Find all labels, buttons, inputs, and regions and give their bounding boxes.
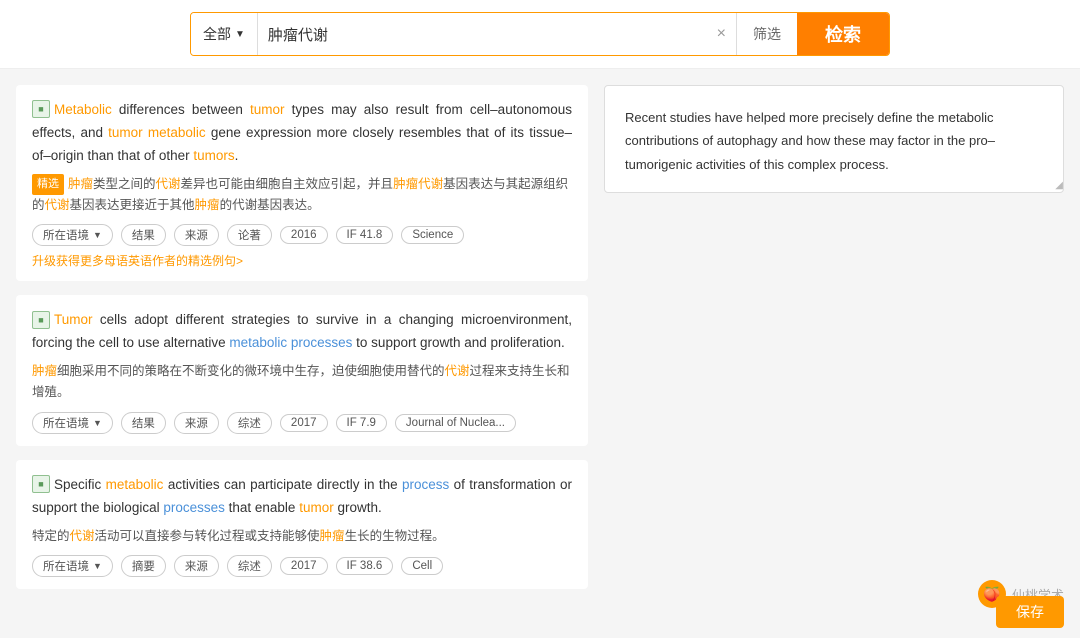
tag-row: 所在语境 ▼ 摘要 来源 综述 2017 IF 38.6 Cell [32,555,572,577]
search-input[interactable] [258,13,707,55]
main-content: ■Metabolic differences between tumor typ… [0,69,1080,638]
result-en-text: ■Specific metabolic activities can parti… [32,474,572,520]
tumor-word2: tumor [108,125,143,140]
journal-tag[interactable]: Science [401,226,464,244]
search-bar: 全部 ▼ × 筛选 检索 [0,0,1080,69]
journal-tag[interactable]: Cell [401,557,443,575]
result-item: ■Specific metabolic activities can parti… [16,460,588,589]
tumor-word: tumor [250,102,285,117]
result-icon: ■ [32,475,50,493]
if-tag[interactable]: IF 41.8 [336,226,394,244]
year-tag[interactable]: 2016 [280,226,328,244]
result-zh-text: 肿瘤细胞采用不同的策略在不断变化的微环境中生存，迫使细胞使用替代的代谢过程来支持… [32,361,572,404]
type-tag[interactable]: 论著 [227,224,272,246]
tumor-word: tumor [299,500,334,515]
tumor-word: Tumor [54,312,93,327]
process-word: process [402,477,449,492]
result-icon: ■ [32,311,50,329]
search-container: 全部 ▼ × 筛选 检索 [190,12,890,56]
search-button[interactable]: 检索 [797,13,889,55]
metabolic-word2: metabolic [148,125,206,140]
journal-tag[interactable]: Journal of Nuclea... [395,414,516,432]
year-tag[interactable]: 2017 [280,414,328,432]
upgrade-link[interactable]: 升级获得更多母语英语作者的精选例句> [32,252,572,269]
type-tag[interactable]: 综述 [227,412,272,434]
if-tag[interactable]: IF 7.9 [336,414,387,432]
result-zh-text: 精选肿瘤类型之间的代谢差异也可能由细胞自主效应引起，并且肿瘤代谢基因表达与其起源… [32,174,572,217]
source-tag[interactable]: 来源 [174,224,219,246]
filter-button[interactable]: 筛选 [736,13,797,55]
results-panel: ■Metabolic differences between tumor typ… [16,85,588,638]
save-button[interactable]: 保存 [996,596,1064,628]
year-tag[interactable]: 2017 [280,557,328,575]
result-tag[interactable]: 结果 [121,224,166,246]
preview-panel: Recent studies have helped more precisel… [604,85,1064,193]
context-tag[interactable]: 所在语境 ▼ [32,412,113,434]
result-en-text: ■Tumor cells adopt different strategies … [32,309,572,355]
tag-row: 所在语境 ▼ 结果 来源 综述 2017 IF 7.9 Journal of N… [32,412,572,434]
metabolic-word: metabolic [106,477,164,492]
abstract-tag[interactable]: 摘要 [121,555,166,577]
processes-word: processes [163,500,225,515]
result-item: ■Tumor cells adopt different strategies … [16,295,588,445]
tumors-word: tumors [193,148,234,163]
if-tag[interactable]: IF 38.6 [336,557,394,575]
source-tag[interactable]: 来源 [174,412,219,434]
metabolic-processes-word: metabolic processes [229,335,352,350]
context-tag[interactable]: 所在语境 ▼ [32,555,113,577]
result-en-text: ■Metabolic differences between tumor typ… [32,99,572,168]
category-label: 全部 [203,24,231,44]
result-zh-text: 特定的代谢活动可以直接参与转化过程或支持能够使肿瘤生长的生物过程。 [32,526,572,547]
preview-text: Recent studies have helped more precisel… [625,106,1043,176]
resize-handle[interactable]: ◢ [1051,180,1063,192]
metabolic-word: Metabolic [54,102,112,117]
chevron-down-icon: ▼ [235,29,245,40]
tag-row: 所在语境 ▼ 结果 来源 论著 2016 IF 41.8 Science [32,224,572,246]
result-icon: ■ [32,100,50,118]
result-item: ■Metabolic differences between tumor typ… [16,85,588,281]
type-tag[interactable]: 综述 [227,555,272,577]
jingxuan-badge: 精选 [32,174,64,195]
context-tag[interactable]: 所在语境 ▼ [32,224,113,246]
clear-icon[interactable]: × [707,13,736,55]
category-dropdown[interactable]: 全部 ▼ [191,13,258,55]
result-tag[interactable]: 结果 [121,412,166,434]
source-tag[interactable]: 来源 [174,555,219,577]
